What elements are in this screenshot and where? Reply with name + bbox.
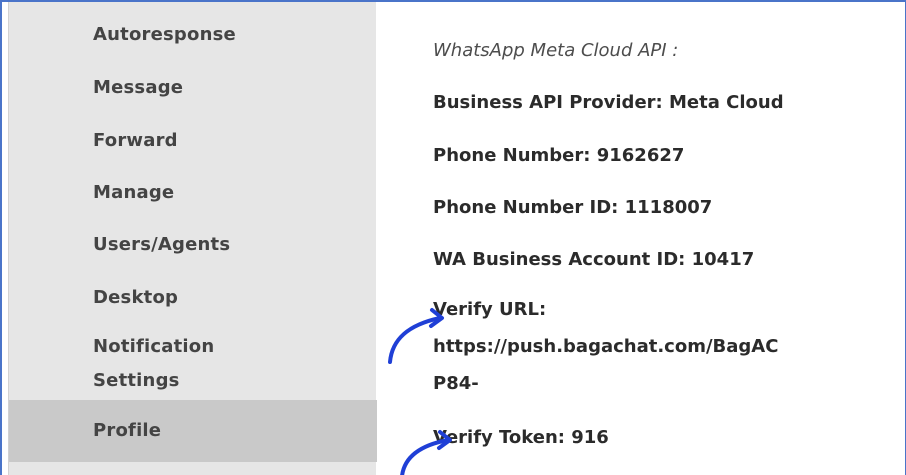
curved-arrow-icon [400, 430, 452, 475]
sidebar-item-label: Profile [93, 420, 162, 441]
sidebar-item-message[interactable]: Message [9, 71, 377, 105]
sidebar-item-label: Forward [93, 130, 178, 151]
sidebar-item-desktop[interactable]: Desktop [9, 281, 377, 315]
sidebar-item-label: Autoresponse [93, 24, 236, 45]
app-frame: Autoresponse Message Forward Manage User… [0, 0, 906, 475]
wa-business-account-id-text: WA Business Account ID: 10417 [433, 249, 755, 270]
curved-arrow-icon [388, 308, 444, 364]
sidebar-item-label: Users/Agents [93, 234, 231, 255]
sidebar-item-label-line2: Settings [93, 370, 180, 391]
verify-url-value[interactable]: https://push.bagachat.com/BagAC [433, 336, 778, 357]
sidebar-item-autoresponse[interactable]: Autoresponse [9, 18, 377, 52]
phone-number-text: Phone Number: 9162627 [433, 145, 685, 166]
main-content: WhatsApp Meta Cloud API : Business API P… [378, 2, 905, 475]
sidebar-item-label: Notification [93, 336, 215, 357]
sidebar: Autoresponse Message Forward Manage User… [8, 2, 377, 475]
verify-url-value-line2[interactable]: P84- [433, 373, 479, 394]
sidebar-item-forward[interactable]: Forward [9, 124, 377, 158]
sidebar-item-label: Message [93, 77, 184, 98]
sidebar-item-users-agents[interactable]: Users/Agents [9, 228, 377, 262]
phone-number-id-text: Phone Number ID: 1118007 [433, 197, 713, 218]
sidebar-item-notification-settings[interactable]: Notification Settings [9, 330, 377, 398]
sidebar-item-label: Manage [93, 182, 175, 203]
provider-text: Business API Provider: Meta Cloud [433, 92, 784, 113]
sidebar-item-label: Desktop [93, 287, 179, 308]
section-title: WhatsApp Meta Cloud API : [433, 40, 679, 61]
sidebar-item-manage[interactable]: Manage [9, 176, 377, 210]
sidebar-item-profile[interactable]: Profile [9, 400, 377, 462]
